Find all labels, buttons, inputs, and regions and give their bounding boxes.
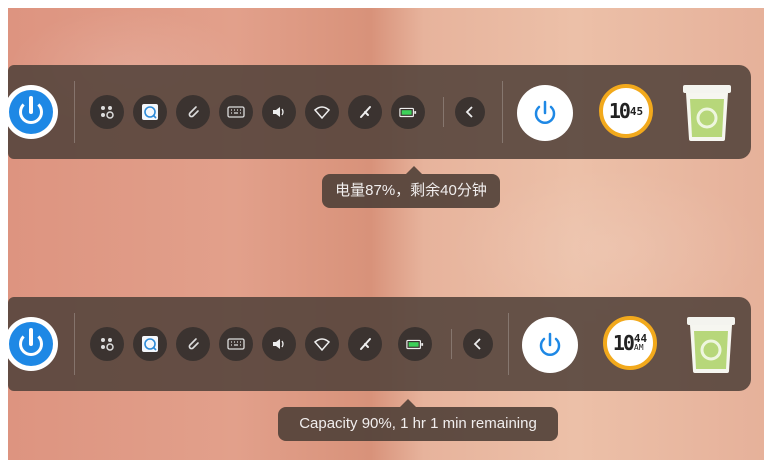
bluetooth-button[interactable] <box>348 95 382 129</box>
multitasking-icon <box>101 338 114 351</box>
dock-panel: 10 44 AM <box>8 297 751 391</box>
keyboard-button[interactable] <box>219 95 253 129</box>
clock-ampm: AM <box>633 343 644 352</box>
tray-separator <box>443 97 444 127</box>
screenshot-icon <box>142 336 158 352</box>
dock-separator <box>74 81 75 143</box>
tray-separator <box>451 329 452 359</box>
bluetooth-icon <box>360 338 371 350</box>
screenshot-button[interactable] <box>133 327 167 361</box>
clock-hours: 10 <box>612 331 635 355</box>
power-icon <box>534 100 556 124</box>
volume-button[interactable] <box>262 95 296 129</box>
launcher-icon <box>9 322 53 366</box>
battery-button[interactable] <box>391 95 425 129</box>
dock-separator <box>74 313 75 375</box>
multitasking-button[interactable] <box>90 95 124 129</box>
battery-tooltip: 电量87%，剩余40分钟 <box>322 166 500 208</box>
clock-hours: 10 <box>608 99 631 123</box>
power-icon <box>539 332 561 356</box>
clock-widget[interactable]: 10 44 AM <box>603 316 657 370</box>
dock-panel: 10 45 <box>8 65 751 159</box>
clock-minutes: 44 <box>633 332 648 345</box>
chevron-left-icon <box>465 106 473 118</box>
trash-button[interactable] <box>685 313 737 375</box>
volume-button[interactable] <box>262 327 296 361</box>
clock-widget[interactable]: 10 45 <box>599 84 653 138</box>
attachment-button[interactable] <box>176 327 210 361</box>
power-button[interactable] <box>522 317 578 373</box>
desktop-wallpaper: 10 45 电量87%，剩余40分钟 10 44 AM Capacity 90%… <box>8 8 764 460</box>
dock-separator <box>508 313 509 375</box>
keyboard-icon <box>227 338 245 350</box>
attachment-icon <box>188 106 199 118</box>
multitasking-icon <box>101 106 114 119</box>
bluetooth-button[interactable] <box>348 327 382 361</box>
clock-minutes: 45 <box>629 104 644 118</box>
volume-icon <box>273 339 284 349</box>
trash-button[interactable] <box>681 81 733 143</box>
attachment-button[interactable] <box>176 95 210 129</box>
battery-tooltip: Capacity 90%, 1 hr 1 min remaining <box>278 399 558 441</box>
screenshot-icon <box>142 104 158 120</box>
recycle-bin-icon <box>687 317 735 373</box>
bluetooth-icon <box>360 106 371 118</box>
power-button[interactable] <box>517 85 573 141</box>
launcher-button[interactable] <box>8 85 58 139</box>
battery-icon <box>406 339 424 350</box>
wifi-icon <box>313 106 331 120</box>
wifi-button[interactable] <box>305 327 339 361</box>
multitasking-button[interactable] <box>90 327 124 361</box>
battery-button[interactable] <box>398 327 432 361</box>
launcher-icon <box>9 90 53 134</box>
recycle-bin-icon <box>683 85 731 141</box>
tray-collapse-button[interactable] <box>455 97 485 127</box>
chevron-left-icon <box>473 338 481 350</box>
screenshot-button[interactable] <box>133 95 167 129</box>
battery-icon <box>399 107 417 118</box>
dock-separator <box>502 81 503 143</box>
keyboard-button[interactable] <box>219 327 253 361</box>
keyboard-icon <box>227 106 245 118</box>
volume-icon <box>273 107 284 117</box>
tray-collapse-button[interactable] <box>463 329 493 359</box>
wifi-button[interactable] <box>305 95 339 129</box>
attachment-icon <box>188 338 199 350</box>
wifi-icon <box>313 338 331 352</box>
launcher-button[interactable] <box>8 317 58 371</box>
